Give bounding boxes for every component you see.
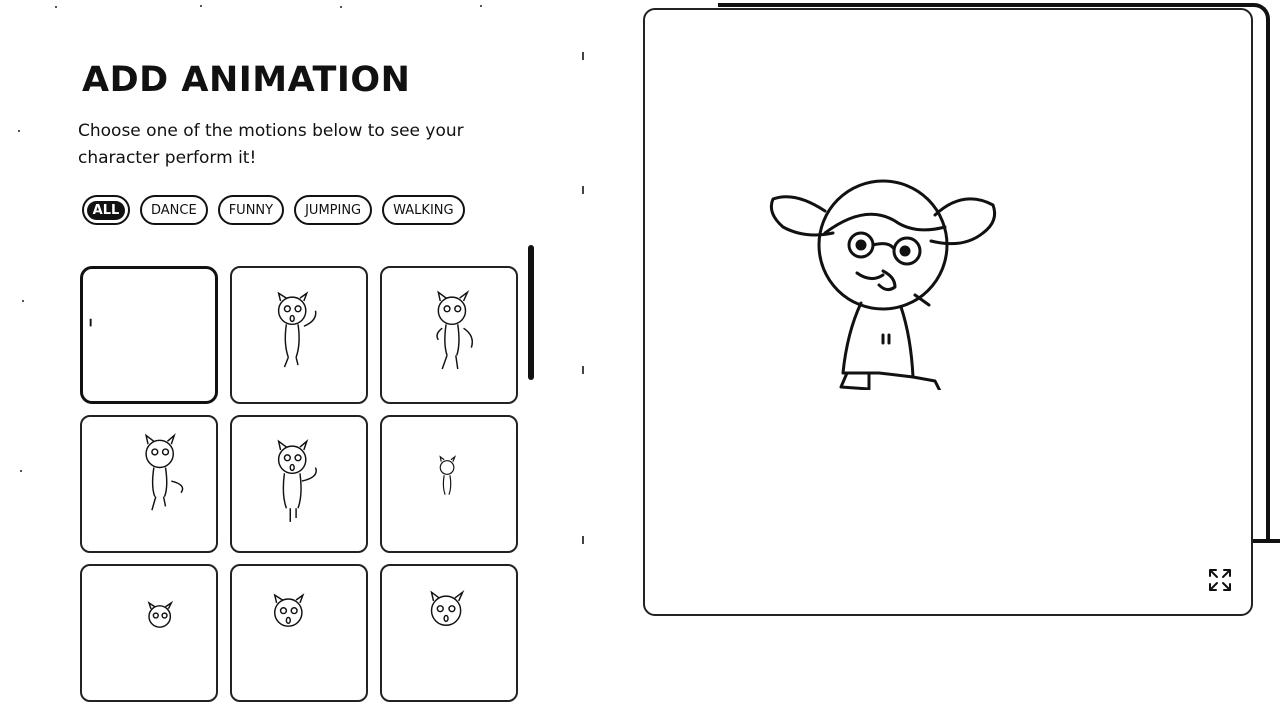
animation-card[interactable] xyxy=(80,564,218,702)
animation-grid xyxy=(80,266,518,702)
animation-card[interactable] xyxy=(230,564,368,702)
filter-chip-walking[interactable]: WALKING xyxy=(382,195,465,225)
divider-tick xyxy=(582,536,584,544)
filter-chips: ALL DANCE FUNNY JUMPING WALKING xyxy=(82,195,465,225)
animation-card[interactable] xyxy=(230,266,368,404)
character-drawing xyxy=(769,179,997,390)
animation-card[interactable] xyxy=(80,266,218,404)
divider-tick xyxy=(582,186,584,194)
grid-scrollbar[interactable] xyxy=(528,245,534,380)
animation-card[interactable] xyxy=(80,415,218,553)
animation-thumbnail xyxy=(273,593,305,627)
animation-thumbnail xyxy=(277,291,317,368)
expand-icon[interactable] xyxy=(1208,568,1232,592)
preview-shadow-edge xyxy=(1252,539,1280,543)
animation-card[interactable] xyxy=(380,266,518,404)
instructions-text: Choose one of the motions below to see y… xyxy=(78,121,464,168)
animation-thumbnail xyxy=(430,589,465,626)
filter-chip-jumping[interactable]: JUMPING xyxy=(294,195,373,225)
divider-tick xyxy=(582,366,584,374)
animation-panel: ADD ANIMATION Choose one of the motions … xyxy=(0,0,600,702)
filter-chip-funny[interactable]: FUNNY xyxy=(217,195,285,225)
animation-thumbnail xyxy=(436,290,474,370)
animation-thumbnail xyxy=(89,318,92,327)
animation-thumbnail xyxy=(277,439,317,522)
animation-preview xyxy=(643,8,1253,616)
animation-thumbnail xyxy=(439,455,457,495)
filter-chip-label: ALL xyxy=(86,200,126,220)
animation-card[interactable] xyxy=(380,564,518,702)
animation-card[interactable] xyxy=(230,415,368,553)
filter-chip-all[interactable]: ALL xyxy=(82,195,130,225)
animation-card[interactable] xyxy=(380,415,518,553)
animation-thumbnail xyxy=(147,600,174,628)
divider-tick xyxy=(582,52,584,60)
filter-chip-dance[interactable]: DANCE xyxy=(140,195,208,225)
animation-thumbnail xyxy=(144,433,184,511)
page-title: ADD ANIMATION xyxy=(82,60,411,100)
